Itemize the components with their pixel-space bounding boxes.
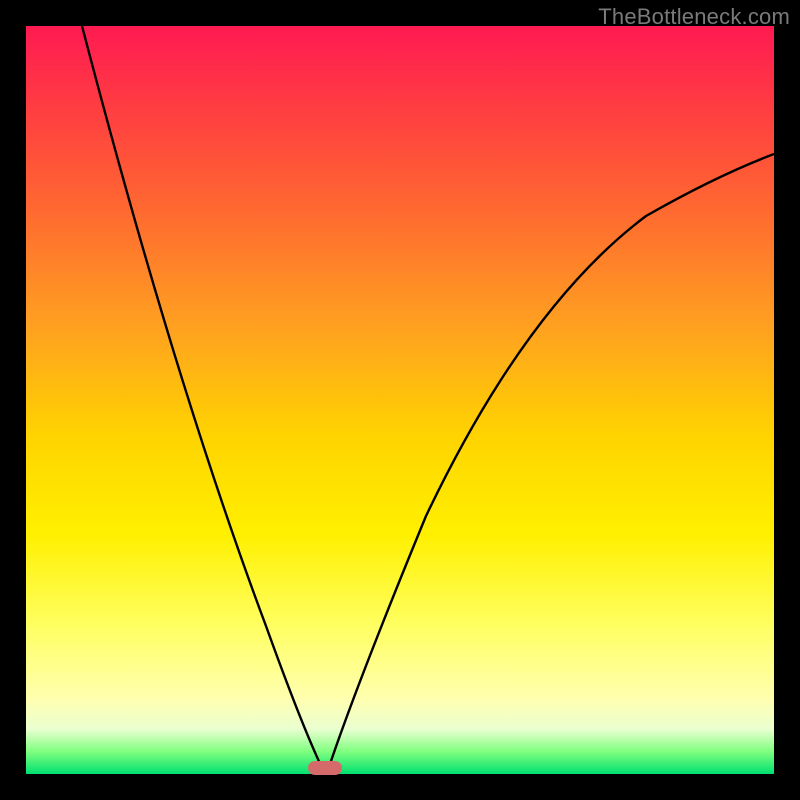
- plot-area: [26, 26, 774, 774]
- bottleneck-curve: [26, 26, 774, 774]
- optimum-marker: [308, 761, 342, 775]
- chart-frame: TheBottleneck.com: [0, 0, 800, 800]
- watermark-text: TheBottleneck.com: [598, 4, 790, 30]
